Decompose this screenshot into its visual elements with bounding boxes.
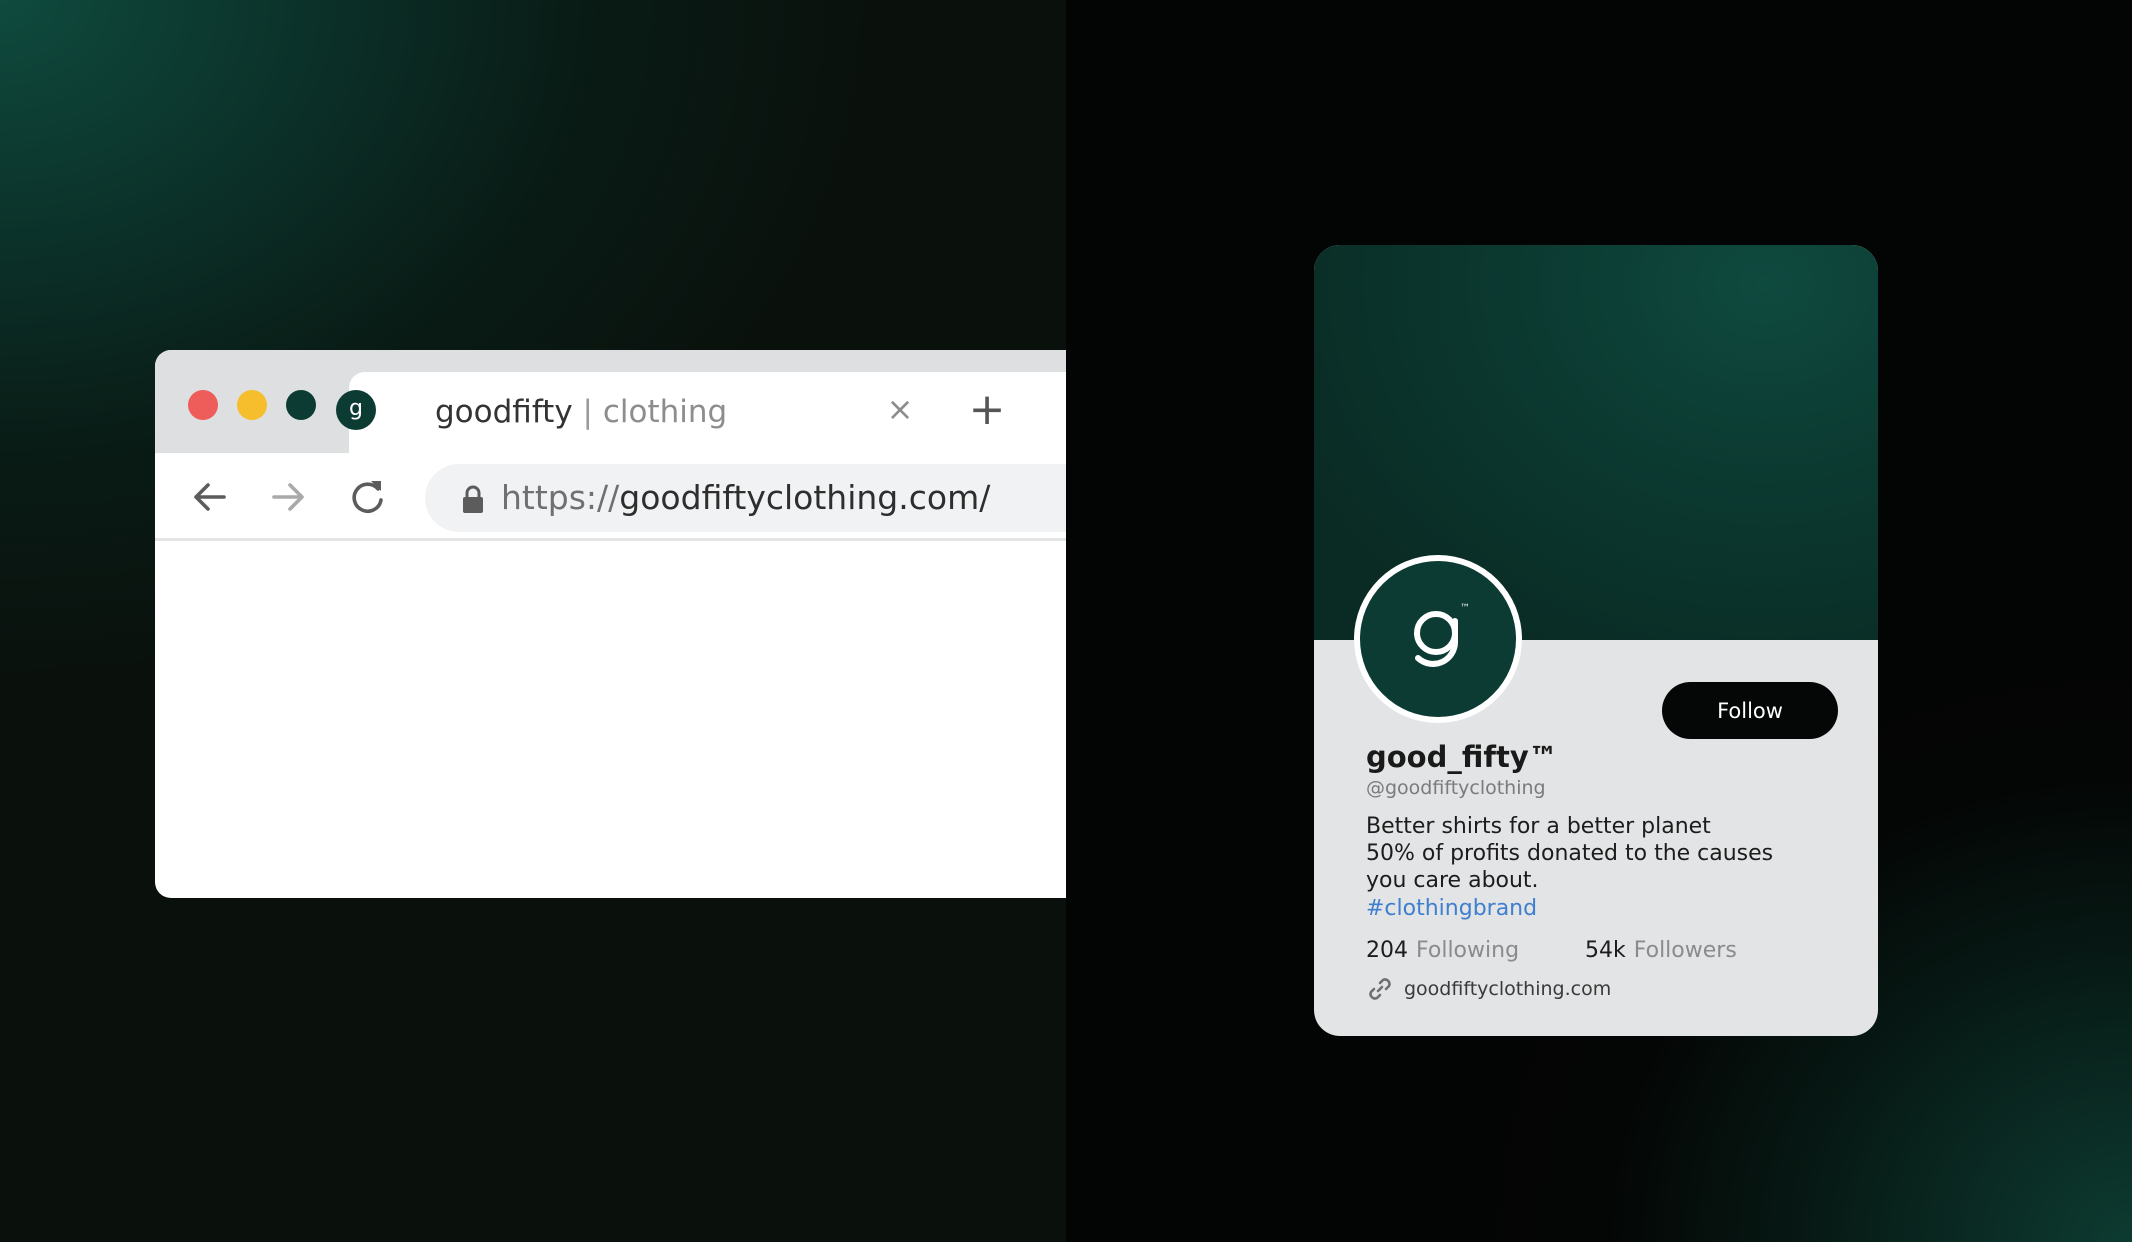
browser-tab-bar: g goodfifty | clothing × +: [155, 350, 1066, 453]
maximize-window-button[interactable]: [286, 390, 316, 420]
website-link[interactable]: goodfiftyclothing.com: [1366, 974, 1611, 1004]
tab-title-brand: goodfifty: [435, 394, 573, 430]
tab-title: goodfifty | clothing: [435, 392, 727, 432]
brand-g-logo-icon: ™: [1414, 603, 1470, 667]
tab-title-suffix: clothing: [602, 394, 728, 430]
address-bar[interactable]: https://goodfiftyclothing.com/: [425, 464, 1066, 532]
following-stat[interactable]: 204 Following: [1366, 936, 1519, 966]
promo-canvas: g goodfifty | clothing × + https://goodf…: [0, 0, 2132, 1242]
url-text[interactable]: https://goodfiftyclothing.com/: [501, 478, 990, 518]
followers-label: Followers: [1633, 938, 1737, 963]
following-label: Following: [1416, 938, 1520, 963]
link-icon: [1366, 975, 1394, 1003]
bio-line: Better shirts for a better planet: [1366, 814, 1711, 839]
forward-button[interactable]: [266, 475, 310, 519]
hashtag-link[interactable]: #clothingbrand: [1366, 895, 1537, 923]
arrow-left-icon: [194, 483, 226, 511]
back-button[interactable]: [188, 475, 232, 519]
url-host: goodfiftyclothing.com/: [619, 478, 991, 517]
bio-line: 50% of profits donated to the causes: [1366, 841, 1774, 866]
followers-count: 54k: [1585, 938, 1626, 963]
brand-logo: ™: [1360, 561, 1516, 717]
url-scheme: https://: [501, 478, 620, 517]
tab-close-icon[interactable]: ×: [883, 392, 917, 426]
arrow-right-icon: [272, 483, 304, 511]
reload-button[interactable]: [345, 475, 389, 519]
new-tab-button[interactable]: +: [965, 388, 1009, 432]
tab-title-separator: |: [572, 394, 603, 430]
browser-window: g goodfifty | clothing × + https://goodf…: [155, 350, 1066, 898]
profile-display-name: good_fifty™: [1366, 740, 1558, 774]
website-url: goodfiftyclothing.com: [1404, 978, 1612, 1000]
follow-button[interactable]: Follow: [1662, 682, 1838, 739]
avatar-trademark: ™: [1460, 603, 1470, 614]
bio-line: you care about.: [1366, 868, 1539, 893]
lock-icon: [461, 484, 485, 514]
profile-card: ™ Follow good_fifty™ @goodfiftyclothing …: [1314, 245, 1878, 1036]
site-favicon-icon: g: [336, 390, 376, 430]
followers-stat[interactable]: 54k Followers: [1585, 936, 1737, 966]
reload-icon: [352, 481, 383, 514]
minimize-window-button[interactable]: [237, 390, 267, 420]
close-window-button[interactable]: [188, 390, 218, 420]
profile-handle[interactable]: @goodfiftyclothing: [1366, 775, 1546, 801]
browser-toolbar: https://goodfiftyclothing.com/: [155, 453, 1066, 541]
profile-bio: Better shirts for a better planet 50% of…: [1366, 813, 1836, 894]
avatar[interactable]: ™: [1354, 555, 1522, 723]
following-count: 204: [1366, 938, 1408, 963]
